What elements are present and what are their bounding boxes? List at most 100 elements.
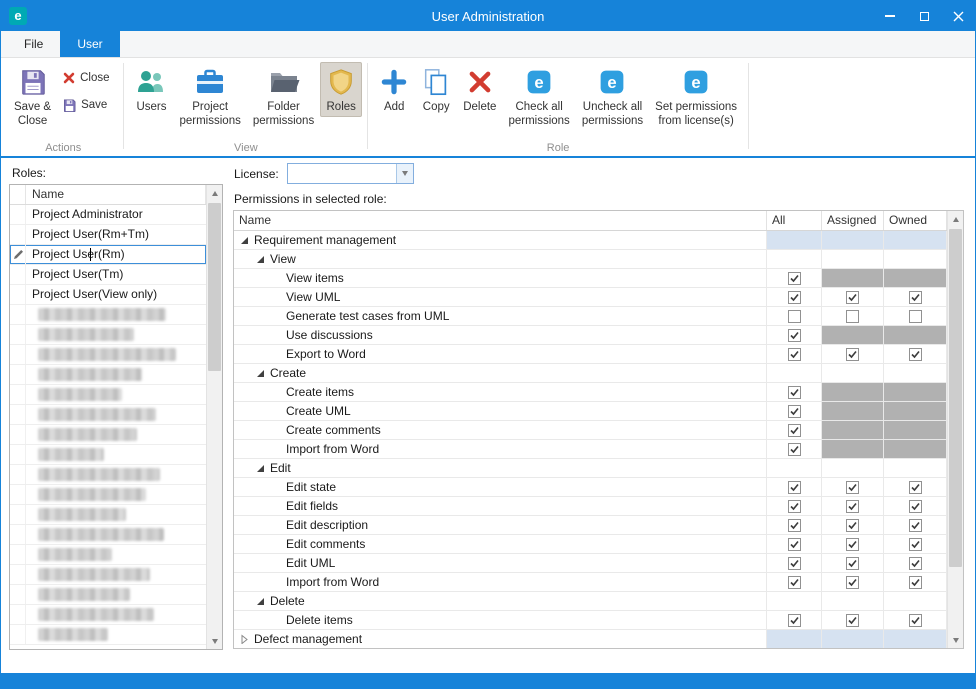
column-header-assigned[interactable]: Assigned <box>822 211 884 230</box>
permission-row[interactable]: Edit comments <box>234 535 947 554</box>
column-header-owned[interactable]: Owned <box>884 211 947 230</box>
permission-row[interactable]: View items <box>234 269 947 288</box>
checkbox-checked[interactable] <box>788 405 801 418</box>
checkbox-checked[interactable] <box>788 557 801 570</box>
roles-scrollbar[interactable] <box>206 185 222 649</box>
role-list-item[interactable]: Project User(Rm) <box>10 245 206 265</box>
checkbox-checked[interactable] <box>846 348 859 361</box>
checkbox-checked[interactable] <box>788 424 801 437</box>
permission-group-row[interactable]: Requirement management <box>234 231 947 250</box>
checkbox-checked[interactable] <box>909 538 922 551</box>
scroll-up-button[interactable] <box>948 211 963 227</box>
checkbox-cell-owned[interactable] <box>884 345 947 363</box>
checkbox-checked[interactable] <box>788 576 801 589</box>
checkbox-cell-all[interactable] <box>767 421 822 439</box>
checkbox-cell-all[interactable] <box>767 478 822 496</box>
save-button[interactable]: Save <box>57 94 118 116</box>
permission-group-row[interactable]: Edit <box>234 459 947 478</box>
save-and-close-button[interactable]: Save & Close <box>8 62 57 130</box>
role-list-item-redacted[interactable] <box>10 445 206 465</box>
delete-button[interactable]: Delete <box>457 62 502 117</box>
checkbox-unchecked[interactable] <box>846 310 859 323</box>
checkbox-cell-assigned[interactable] <box>822 535 884 553</box>
permissions-scrollbar[interactable] <box>947 211 963 648</box>
checkbox-cell-all[interactable] <box>767 516 822 534</box>
checkbox-checked[interactable] <box>788 500 801 513</box>
permission-row[interactable]: Create items <box>234 383 947 402</box>
role-list-item-redacted[interactable] <box>10 425 206 445</box>
checkbox-checked[interactable] <box>846 557 859 570</box>
role-list-item[interactable]: Project User(View only) <box>10 285 206 305</box>
role-list-item-redacted[interactable] <box>10 345 206 365</box>
checkbox-cell-all[interactable] <box>767 440 822 458</box>
scroll-down-button[interactable] <box>207 633 222 649</box>
permission-group-row[interactable]: Create <box>234 364 947 383</box>
license-dropdown-button[interactable] <box>396 164 413 183</box>
checkbox-cell-all[interactable] <box>767 554 822 572</box>
checkbox-cell-owned[interactable] <box>884 478 947 496</box>
checkbox-cell-owned[interactable] <box>884 307 947 325</box>
checkbox-checked[interactable] <box>909 614 922 627</box>
maximize-button[interactable] <box>907 1 941 31</box>
role-list-item[interactable]: Project User(Rm+Tm) <box>10 225 206 245</box>
tree-expander[interactable] <box>239 634 254 644</box>
role-list-item-redacted[interactable] <box>10 405 206 425</box>
tree-expander[interactable] <box>239 235 254 245</box>
permission-row[interactable]: Export to Word <box>234 345 947 364</box>
checkbox-cell-owned[interactable] <box>884 516 947 534</box>
role-list-item-redacted[interactable] <box>10 365 206 385</box>
checkbox-checked[interactable] <box>846 576 859 589</box>
checkbox-checked[interactable] <box>846 291 859 304</box>
checkbox-checked[interactable] <box>909 557 922 570</box>
expander-expanded-icon[interactable] <box>255 463 265 473</box>
license-combobox[interactable] <box>287 163 414 184</box>
role-list-item-redacted[interactable] <box>10 385 206 405</box>
permission-group-row[interactable]: Defect management <box>234 630 947 648</box>
expander-expanded-icon[interactable] <box>255 254 265 264</box>
checkbox-unchecked[interactable] <box>788 310 801 323</box>
scrollbar-thumb[interactable] <box>949 229 962 567</box>
checkbox-cell-owned[interactable] <box>884 554 947 572</box>
folder-permissions-button[interactable]: Folder permissions <box>247 62 320 130</box>
checkbox-checked[interactable] <box>846 519 859 532</box>
close-window-button[interactable] <box>941 1 975 31</box>
tree-expander[interactable] <box>255 463 270 473</box>
close-button[interactable]: Close <box>57 67 118 89</box>
tab-user[interactable]: User <box>60 31 119 57</box>
role-list-item-redacted[interactable] <box>10 305 206 325</box>
role-list-item[interactable]: Project Administrator <box>10 205 206 225</box>
checkbox-checked[interactable] <box>909 576 922 589</box>
checkbox-cell-assigned[interactable] <box>822 516 884 534</box>
users-button[interactable]: Users <box>129 62 173 117</box>
checkbox-cell-assigned[interactable] <box>822 288 884 306</box>
checkbox-cell-all[interactable] <box>767 402 822 420</box>
roles-button[interactable]: Roles <box>320 62 362 117</box>
checkbox-cell-owned[interactable] <box>884 497 947 515</box>
tree-expander[interactable] <box>255 368 270 378</box>
checkbox-checked[interactable] <box>846 538 859 551</box>
expander-expanded-icon[interactable] <box>239 235 249 245</box>
permission-row[interactable]: Generate test cases from UML <box>234 307 947 326</box>
checkbox-cell-assigned[interactable] <box>822 554 884 572</box>
checkbox-checked[interactable] <box>788 481 801 494</box>
permission-group-row[interactable]: Delete <box>234 592 947 611</box>
checkbox-cell-assigned[interactable] <box>822 345 884 363</box>
checkbox-checked[interactable] <box>909 348 922 361</box>
checkbox-checked[interactable] <box>788 519 801 532</box>
minimize-button[interactable] <box>873 1 907 31</box>
checkbox-cell-all[interactable] <box>767 269 822 287</box>
checkbox-cell-all[interactable] <box>767 345 822 363</box>
checkbox-checked[interactable] <box>909 519 922 532</box>
checkbox-checked[interactable] <box>846 614 859 627</box>
role-list-item-redacted[interactable] <box>10 565 206 585</box>
roles-name-column-header[interactable]: Name <box>26 185 206 204</box>
checkbox-cell-owned[interactable] <box>884 573 947 591</box>
checkbox-checked[interactable] <box>788 291 801 304</box>
uncheck-all-permissions-button[interactable]: e Uncheck all permissions <box>576 62 649 130</box>
role-list-item-redacted[interactable] <box>10 625 206 645</box>
checkbox-cell-all[interactable] <box>767 326 822 344</box>
checkbox-checked[interactable] <box>846 481 859 494</box>
checkbox-cell-assigned[interactable] <box>822 611 884 629</box>
permission-row[interactable]: Create UML <box>234 402 947 421</box>
permission-group-row[interactable]: View <box>234 250 947 269</box>
